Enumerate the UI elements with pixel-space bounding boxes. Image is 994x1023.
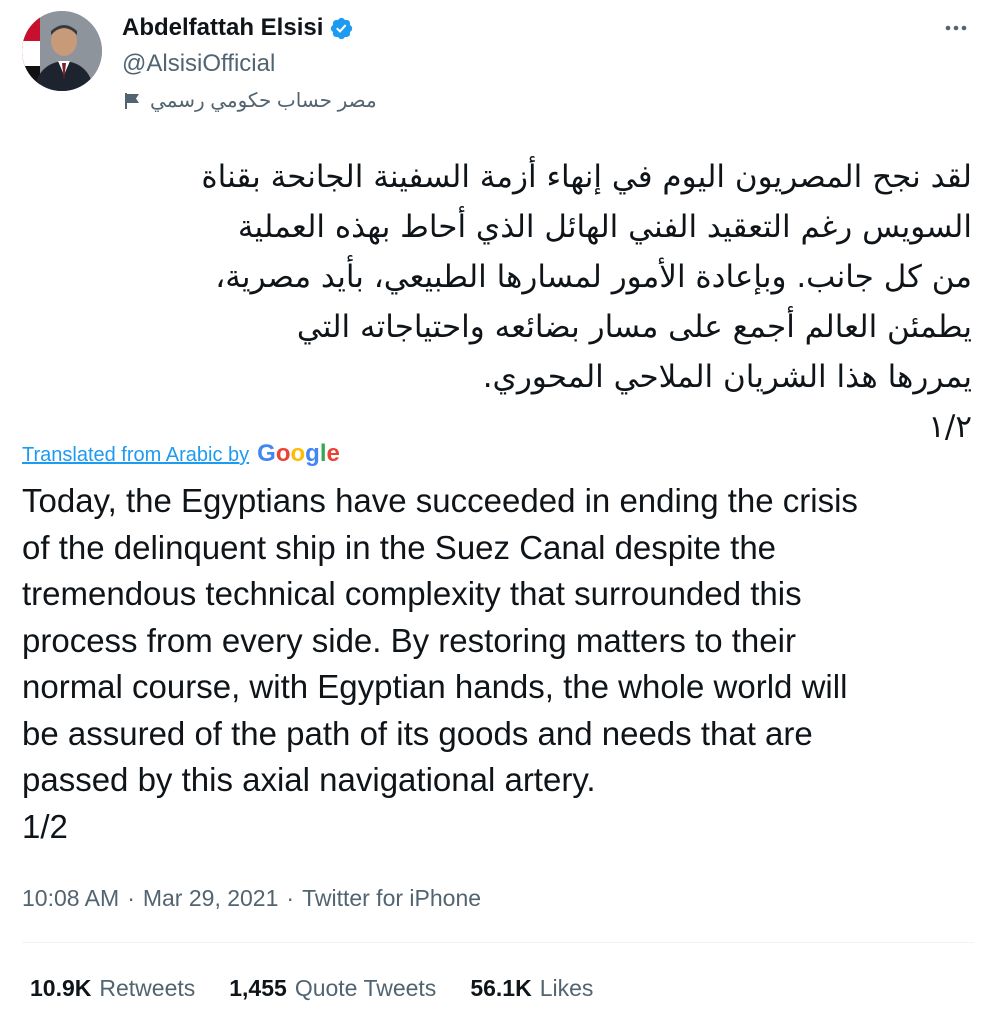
retweets-count: 10.9K	[30, 975, 92, 1001]
google-logo-letter: l	[319, 440, 327, 467]
google-logo-letter: e	[326, 440, 340, 467]
tweet-original-text: لقد نجح المصريون اليوم في إنهاء أزمة الس…	[201, 159, 972, 445]
likes-label: Likes	[539, 975, 594, 1001]
meta-separator: ·	[286, 885, 295, 911]
tweet-date[interactable]: Mar 29, 2021	[143, 885, 279, 912]
engagement-stats: 10.9K Retweets 1,455 Quote Tweets 56.1K …	[30, 975, 593, 1002]
quote-tweets-label: Quote Tweets	[294, 975, 437, 1001]
verified-badge-icon	[331, 17, 353, 39]
divider	[22, 942, 974, 943]
google-logo-letter: o	[290, 440, 306, 467]
profile-photo	[22, 11, 102, 91]
likes-stat[interactable]: 56.1K Likes	[470, 975, 593, 1002]
more-options-icon[interactable]	[942, 18, 970, 38]
tweet-source[interactable]: Twitter for iPhone	[302, 885, 481, 912]
tweet-metadata: 10:08 AM · Mar 29, 2021 · Twitter for iP…	[22, 885, 481, 912]
flag-icon	[125, 92, 139, 109]
meta-separator: ·	[127, 885, 135, 911]
avatar[interactable]	[22, 11, 102, 91]
google-logo: Google	[257, 440, 340, 468]
likes-count: 56.1K	[470, 975, 532, 1001]
government-account-label: مصر حساب حكومي رسمي	[150, 90, 377, 112]
author-display-name[interactable]: Abdelfattah Elsisi	[122, 14, 323, 42]
tweet-time[interactable]: 10:08 AM	[22, 885, 119, 912]
retweets-stat[interactable]: 10.9K Retweets	[30, 975, 195, 1002]
google-logo-letter: g	[305, 440, 320, 467]
government-label-row[interactable]: مصر حساب حكومي رسمي	[122, 88, 422, 113]
quote-tweets-count: 1,455	[229, 975, 287, 1001]
tweet-card: Abdelfattah Elsisi @AlsisiOfficial مصر ح…	[0, 0, 994, 1023]
translation-attribution: Translated from Arabic by Google	[22, 440, 340, 468]
retweets-label: Retweets	[99, 975, 196, 1001]
author-name-row: Abdelfattah Elsisi	[122, 14, 354, 42]
author-handle[interactable]: @AlsisiOfficial	[122, 50, 275, 78]
translated-from-link[interactable]: Translated from Arabic by	[22, 444, 249, 467]
google-logo-letter: o	[275, 440, 291, 467]
tweet-translated-text: Today, the Egyptians have succeeded in e…	[22, 482, 858, 845]
google-logo-letter: G	[257, 440, 276, 467]
quote-tweets-stat[interactable]: 1,455 Quote Tweets	[229, 975, 436, 1002]
